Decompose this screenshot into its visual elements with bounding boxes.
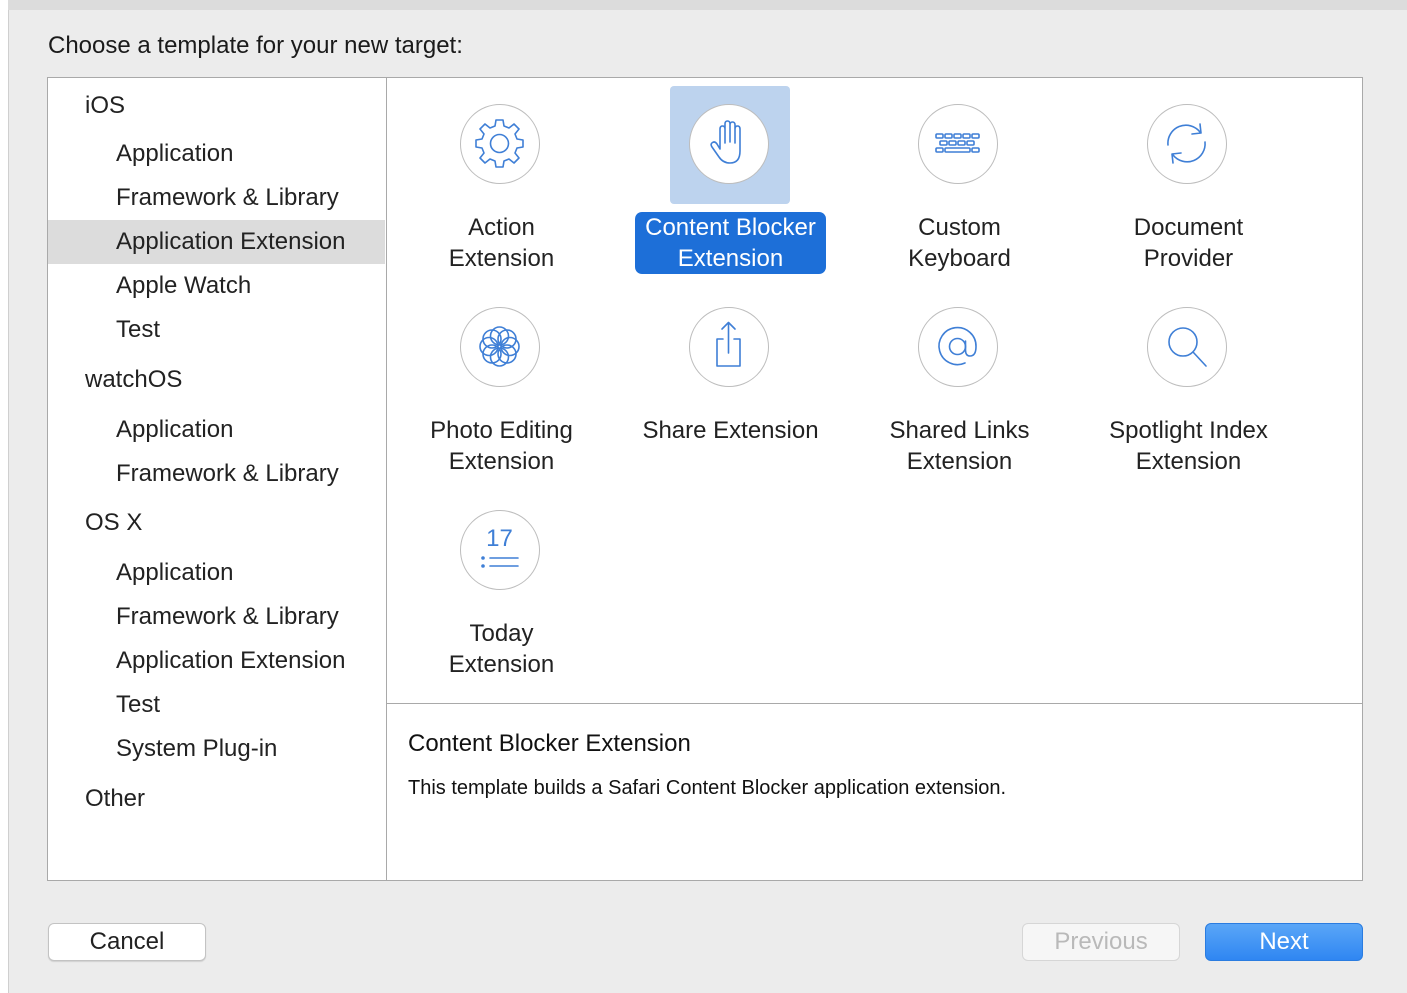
template-label: Share Extension — [642, 417, 819, 444]
sidebar-item-osx-system-plugin[interactable]: System Plug-in — [48, 727, 385, 771]
sidebar-item-osx-application[interactable]: Application — [48, 551, 385, 595]
previous-button[interactable]: Previous — [1022, 923, 1180, 961]
template-document-provider[interactable]: Document Provider — [1074, 78, 1303, 278]
sidebar-group-osx[interactable]: OS X — [48, 501, 385, 545]
template-label: Photo Editing Extension — [430, 417, 573, 475]
sidebar-item-ios-application[interactable]: Application — [48, 132, 385, 176]
sidebar-item-osx-application-extension[interactable]: Application Extension — [48, 639, 385, 683]
calendar-day-number: 17 — [486, 525, 513, 552]
next-button[interactable]: Next — [1205, 923, 1363, 961]
share-icon — [716, 321, 741, 367]
at-icon — [938, 326, 977, 366]
window-left-edge — [0, 0, 9, 993]
sidebar-item-ios-application-extension[interactable]: Application Extension — [48, 220, 385, 264]
template-label: Today Extension — [448, 620, 555, 678]
sidebar-item-ios-apple-watch[interactable]: Apple Watch — [48, 264, 385, 308]
template-chooser-frame: iOS Application Framework & Library Appl… — [47, 77, 1363, 881]
template-label: Content Blocker Extension — [635, 212, 826, 274]
template-label: Shared Links Extension — [889, 417, 1030, 475]
template-label: Action Extension — [448, 214, 555, 272]
sidebar-group-watchos[interactable]: watchOS — [48, 358, 385, 402]
template-photo-editing-extension[interactable]: Photo Editing Extension — [387, 281, 616, 481]
dialog-heading: Choose a template for your new target: — [48, 32, 463, 59]
gear-icon — [475, 119, 524, 168]
description-title: Content Blocker Extension — [408, 730, 691, 757]
sidebar-item-ios-test[interactable]: Test — [48, 308, 385, 352]
platform-sidebar: iOS Application Framework & Library Appl… — [48, 78, 387, 880]
template-spotlight-index-extension[interactable]: Spotlight Index Extension — [1074, 281, 1303, 481]
template-content-blocker-extension[interactable]: Content Blocker Extension — [616, 78, 845, 278]
template-action-extension[interactable]: Action Extension — [387, 78, 616, 278]
template-description-panel: Content Blocker Extension This template … — [387, 704, 1362, 880]
template-shared-links-extension[interactable]: Shared Links Extension — [845, 281, 1074, 481]
sidebar-item-watchos-framework-library[interactable]: Framework & Library — [48, 452, 385, 496]
calendar-list-icon: 17 — [481, 525, 519, 568]
template-label: Document Provider — [1133, 214, 1244, 272]
sidebar-item-osx-test[interactable]: Test — [48, 683, 385, 727]
sidebar-item-watchos-application[interactable]: Application — [48, 408, 385, 452]
magnifier-icon — [1168, 327, 1207, 367]
template-grid: Action Extension Content Blocker Extensi… — [387, 78, 1362, 704]
sidebar-item-osx-framework-library[interactable]: Framework & Library — [48, 595, 385, 639]
flower-icon — [479, 326, 520, 367]
title-bar — [8, 0, 1407, 10]
description-text: This template builds a Safari Content Bl… — [408, 777, 1007, 799]
selected-tile-highlight — [670, 86, 790, 204]
sidebar-item-ios-framework-library[interactable]: Framework & Library — [48, 176, 385, 220]
cancel-button[interactable]: Cancel — [48, 923, 206, 961]
sidebar-group-ios[interactable]: iOS — [48, 84, 385, 128]
hand-icon — [710, 120, 741, 164]
sidebar-group-other[interactable]: Other — [48, 777, 385, 821]
template-label: Spotlight Index Extension — [1109, 417, 1268, 475]
template-today-extension[interactable]: 17 Today Extension — [387, 484, 616, 684]
template-share-extension[interactable]: Share Extension — [616, 281, 845, 481]
template-custom-keyboard[interactable]: Custom Keyboard — [845, 78, 1074, 278]
template-label: Custom Keyboard — [908, 214, 1011, 272]
sync-icon — [1167, 123, 1206, 164]
keyboard-icon — [935, 133, 980, 153]
